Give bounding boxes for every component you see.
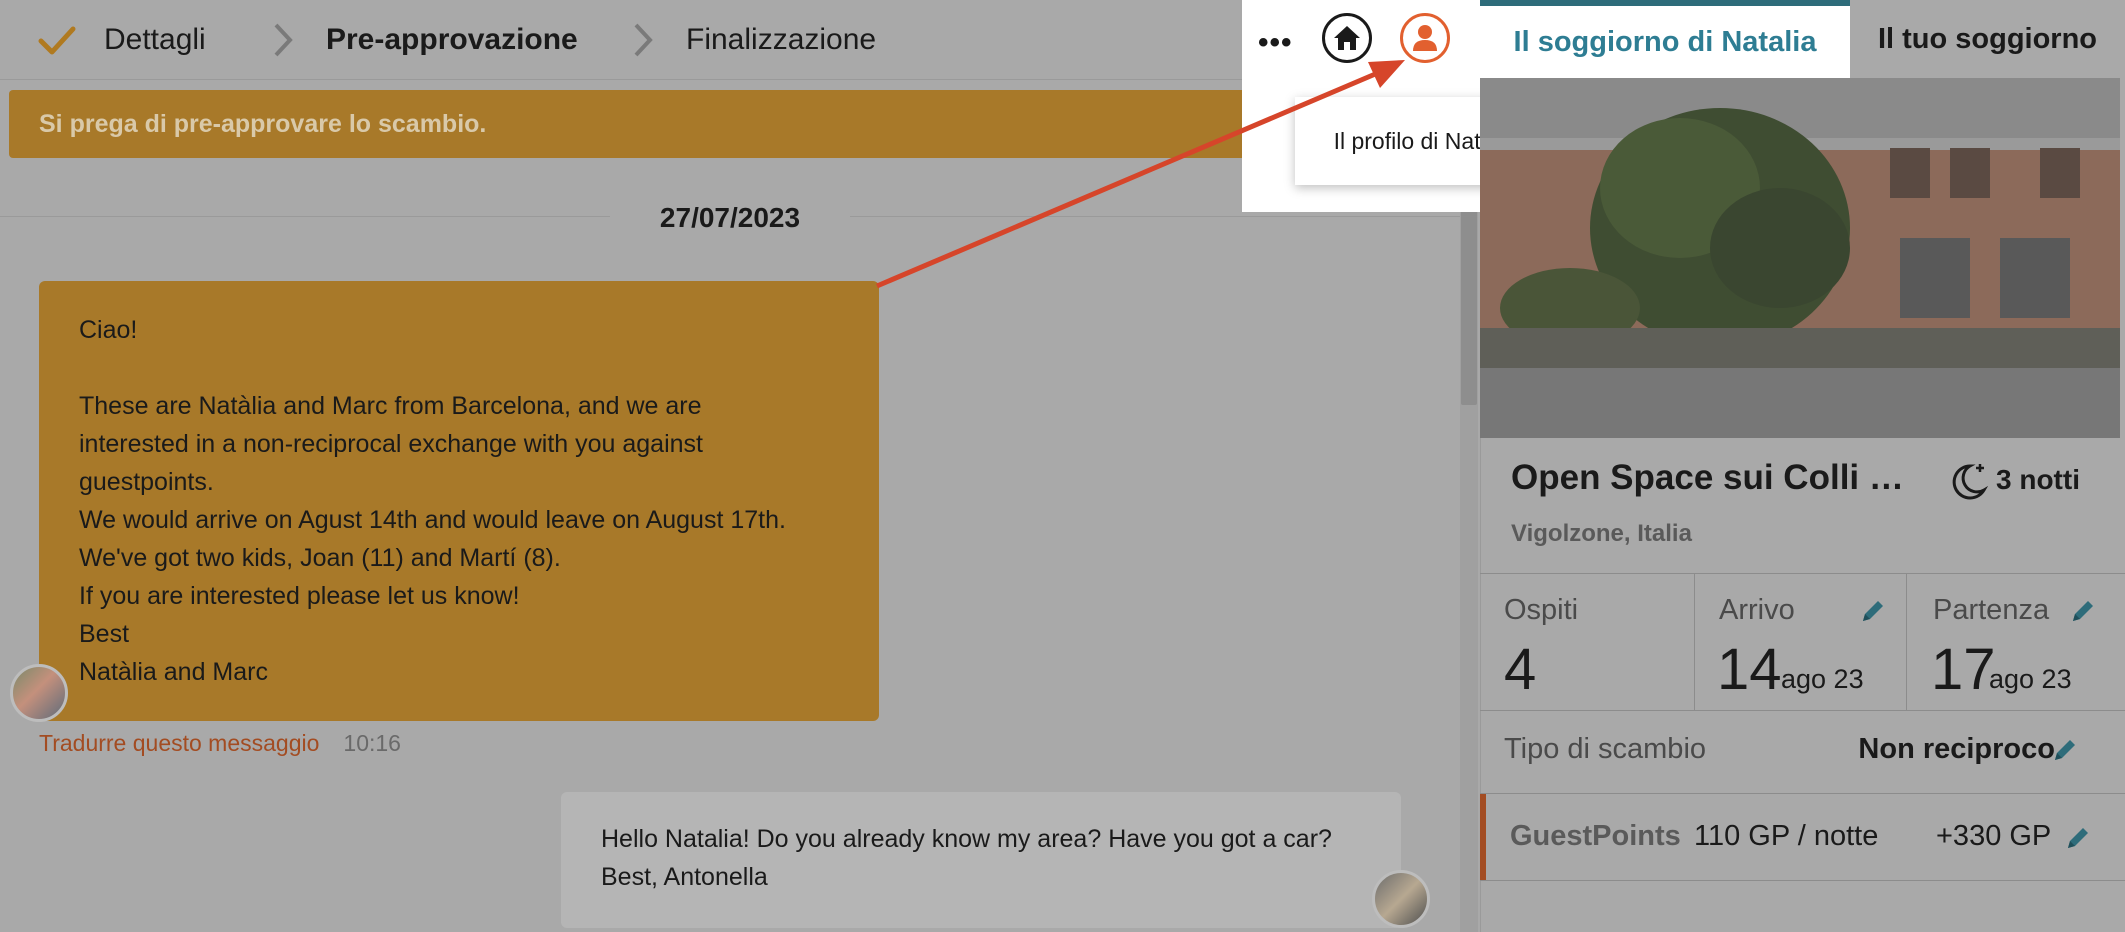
translate-link[interactable]: Tradurre questo messaggio [39, 730, 319, 757]
chevron-right-icon [634, 23, 653, 57]
chevron-right-icon [274, 23, 293, 57]
step-preapproval[interactable]: Pre-approvazione [326, 0, 578, 80]
guestpoints-label: GuestPoints [1510, 820, 1681, 852]
nights-count: 3 notti [1946, 460, 2080, 500]
message-text: Hello Natalia! Do you already know my ar… [601, 825, 1332, 891]
guestpoints-row: GuestPoints 110 GP / notte +330 GP [1480, 794, 2125, 880]
message-line: guestpoints. [79, 468, 214, 496]
tab-label: Il soggiorno di Natalia [1513, 25, 1817, 58]
divider [0, 216, 610, 217]
exchange-type-value: Non reciproco [1858, 733, 2055, 765]
checkmark-icon [38, 26, 76, 55]
guestpoints-total: +330 GP [1936, 820, 2052, 852]
message-line: Natàlia and Marc [79, 658, 268, 686]
listing-title[interactable]: Open Space sui Colli … [1511, 458, 1904, 498]
guests-label: Ospiti [1504, 594, 1579, 626]
home-button[interactable] [1322, 13, 1372, 63]
edit-exchange-pencil-icon[interactable] [2052, 737, 2078, 763]
message-meta: Tradurre questo messaggio 10:16 [39, 730, 401, 757]
arrival-month: ago 23 [1781, 664, 1864, 694]
message-time: 10:16 [343, 730, 401, 756]
tooltip-caret [1410, 84, 1438, 98]
incoming-message: Ciao! These are Natàlia and Marc from Ba… [39, 281, 879, 721]
message-line [79, 349, 839, 387]
profile-button[interactable] [1400, 13, 1450, 63]
message-line: If you are interested please let us know… [79, 582, 520, 610]
listing-location: Vigolzone, Italia [1511, 520, 1692, 547]
nights-label: 3 notti [1996, 464, 2080, 495]
edit-arrival-pencil-icon[interactable] [1860, 598, 1886, 624]
departure-label: Partenza [1933, 594, 2050, 626]
departure-cell: Partenza 17 ago 23 [1907, 574, 2125, 710]
banner-text: Si prega di pre-approvare lo scambio. [39, 109, 487, 138]
more-options-icon[interactable]: ••• [1258, 26, 1293, 60]
sender-avatar[interactable] [10, 664, 68, 722]
user-avatar[interactable] [1372, 870, 1430, 928]
tab-your-stay[interactable]: Il tuo soggiorno [1850, 0, 2125, 78]
guests-value: 4 [1504, 637, 1537, 702]
guests-cell: Ospiti 4 [1480, 574, 1694, 710]
divider [850, 216, 1460, 217]
user-icon [1413, 25, 1437, 51]
conversation-pane: Dettagli Pre-approvazione Finalizzazione… [0, 0, 1469, 932]
moon-icon [1952, 464, 1989, 500]
date-separator: 27/07/2023 [0, 198, 1460, 238]
home-icon [1334, 26, 1360, 50]
exchange-type-label: Tipo di scambio [1504, 733, 1707, 765]
tab-label: Il tuo soggiorno [1877, 22, 2098, 55]
message-date: 27/07/2023 [659, 202, 801, 233]
outgoing-message: Hello Natalia! Do you already know my ar… [561, 792, 1401, 928]
listing-photo[interactable] [1480, 78, 2120, 438]
arrival-cell: Arrivo 14 ago 23 [1695, 574, 1906, 710]
edit-guestpoints-pencil-icon[interactable] [2065, 825, 2091, 851]
departure-day: 17 [1931, 637, 1996, 702]
step-finalization[interactable]: Finalizzazione [686, 0, 876, 80]
guestpoints-rate: 110 GP / notte [1694, 820, 1879, 852]
tab-natalia-stay[interactable]: Il soggiorno di Natalia [1480, 0, 1850, 78]
departure-month: ago 23 [1989, 664, 2072, 694]
arrival-label: Arrivo [1719, 594, 1795, 626]
divider [1480, 880, 2125, 881]
message-line: We would arrive on Agust 14th and would … [79, 506, 786, 534]
message-line: We've got two kids, Joan (11) and Martí … [79, 544, 561, 572]
edit-departure-pencil-icon[interactable] [2070, 598, 2096, 624]
arrival-day: 14 [1717, 637, 1782, 702]
step-details[interactable]: Dettagli [104, 0, 206, 80]
exchange-type-row: Tipo di scambio Non reciproco [1480, 711, 2125, 793]
message-line: These are Natàlia and Marc from Barcelon… [79, 392, 702, 420]
message-line: Ciao! [79, 316, 138, 344]
message-line: Best [79, 620, 130, 648]
message-line: interested in a non-reciprocal exchange … [79, 430, 703, 458]
